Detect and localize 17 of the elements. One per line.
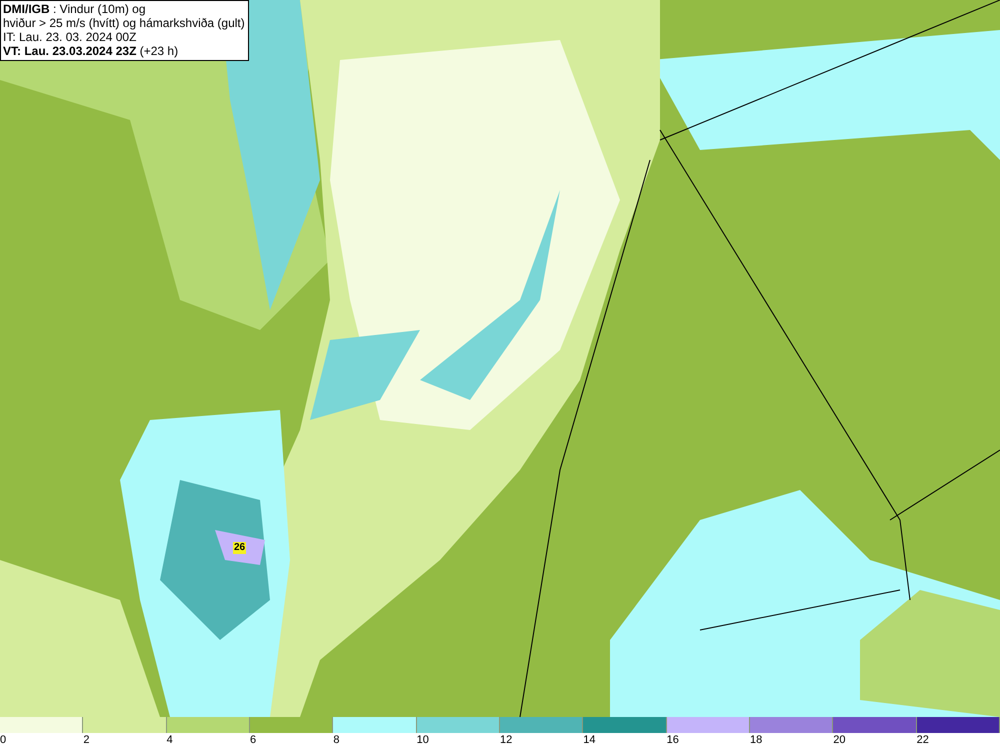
legend-label: 4 xyxy=(166,734,173,746)
legend-label: 14 xyxy=(583,734,596,746)
info-text: IT: Lau. 23. 03. 2024 00Z xyxy=(3,30,138,44)
legend-label: 22 xyxy=(916,734,929,746)
info-text: VT: Lau. 23.03.2024 23Z (+23 h) xyxy=(3,44,180,58)
legend-label: 2 xyxy=(83,734,90,746)
info-text: hviður > 25 m/s (hvítt) og hámarkshviða (gult) xyxy=(3,16,245,30)
legend-label: 6 xyxy=(250,734,256,746)
legend-label: 18 xyxy=(750,734,762,746)
legend-label: 12 xyxy=(500,734,512,746)
legend-label: 10 xyxy=(416,734,429,746)
info-text: DMI/IGB : Vindur (10m) og xyxy=(3,2,146,16)
legend-label: 20 xyxy=(833,734,846,746)
legend-label: 0 xyxy=(0,734,6,746)
gust-label: 26 xyxy=(233,542,246,554)
legend-label: 8 xyxy=(333,734,340,746)
legend-label: 16 xyxy=(666,734,679,746)
